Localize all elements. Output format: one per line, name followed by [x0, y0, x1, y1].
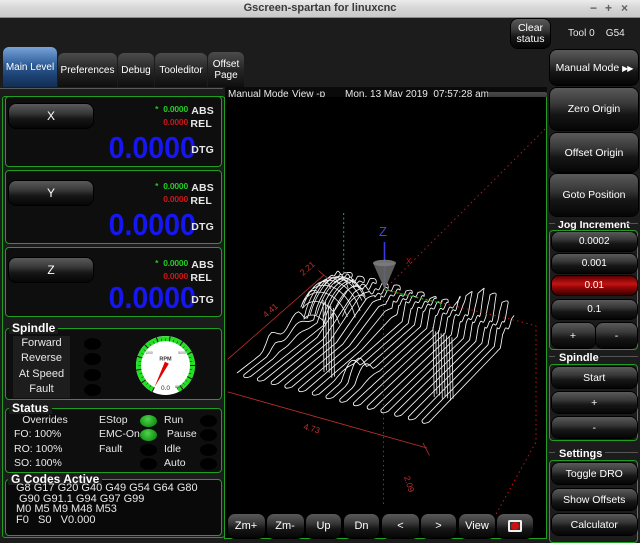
svg-text:RPM: RPM — [159, 357, 172, 363]
svg-text:0.0: 0.0 — [161, 385, 170, 392]
svg-text:8000: 8000 — [175, 385, 183, 389]
svg-text:5000: 5000 — [178, 351, 186, 355]
svg-text:Y: Y — [438, 300, 444, 309]
svg-text:X: X — [406, 257, 412, 266]
svg-text:Z: Z — [379, 224, 387, 239]
svg-text:1000: 1000 — [145, 351, 153, 355]
